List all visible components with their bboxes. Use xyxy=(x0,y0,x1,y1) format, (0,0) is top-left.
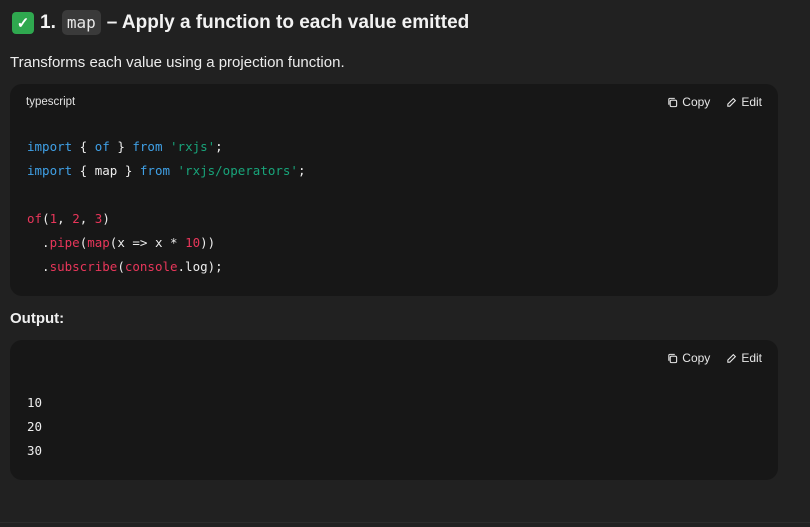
heading-number: 1. xyxy=(40,11,56,33)
code-token: 1 xyxy=(49,211,58,226)
edit-button[interactable]: Edit xyxy=(726,95,762,109)
pencil-icon xyxy=(727,97,737,107)
code-token: import xyxy=(27,163,73,178)
heading-inline-code: map xyxy=(61,10,101,35)
edit-label: Edit xyxy=(741,351,762,365)
code-token: 'rxjs/operators' xyxy=(177,163,298,178)
code-token: 3 xyxy=(94,211,103,226)
heading-text: – Apply a function to each value emitted xyxy=(106,11,470,33)
code-line: of(1, 2, 3) xyxy=(27,211,110,226)
code-token: of xyxy=(94,139,110,154)
code-token: 2 xyxy=(72,211,80,226)
code-actions: Copy Edit xyxy=(667,95,762,109)
output-content: 10 20 30 xyxy=(27,391,42,463)
copy-button[interactable]: Copy xyxy=(667,95,710,109)
pencil-icon xyxy=(727,353,737,363)
edit-label: Edit xyxy=(741,95,762,109)
code-token: of xyxy=(27,211,43,226)
output-actions: Copy Edit xyxy=(667,351,762,365)
code-block: typescript Copy Edit import { of } from … xyxy=(10,84,778,296)
code-line: .subscribe(console.log); xyxy=(27,259,223,274)
check-mark-icon: ✓ xyxy=(12,11,34,34)
output-line: 20 xyxy=(27,419,43,434)
divider xyxy=(0,522,810,523)
output-block: Copy Edit 10 20 30 xyxy=(10,340,778,480)
output-line: 10 xyxy=(27,395,43,410)
code-line: .pipe(map(x => x * 10)) xyxy=(27,235,216,250)
code-content: import { of } from 'rxjs'; import { map … xyxy=(27,135,305,279)
description-text: Transforms each value using a projection… xyxy=(10,54,345,71)
copy-icon xyxy=(668,97,678,107)
code-token: pipe xyxy=(49,235,80,250)
output-line: 30 xyxy=(27,443,43,458)
output-label: Output: xyxy=(10,310,65,327)
code-token: 'rxjs' xyxy=(170,139,216,154)
code-language-label: typescript xyxy=(26,96,76,108)
code-token: 10 xyxy=(185,235,201,250)
code-line: import { map } from 'rxjs/operators'; xyxy=(27,163,306,178)
edit-button[interactable]: Edit xyxy=(726,351,762,365)
code-token: from xyxy=(132,139,163,154)
copy-icon xyxy=(668,353,678,363)
copy-button[interactable]: Copy xyxy=(667,351,710,365)
copy-label: Copy xyxy=(682,351,711,365)
copy-label: Copy xyxy=(682,95,711,109)
section-heading: ✓ 1. map – Apply a function to each valu… xyxy=(12,10,469,35)
code-token: console xyxy=(124,259,178,274)
code-line: import { of } from 'rxjs'; xyxy=(27,139,223,154)
code-token: from xyxy=(139,163,170,178)
code-token: subscribe xyxy=(49,259,118,274)
code-token: import xyxy=(27,139,73,154)
code-token: map xyxy=(87,235,110,250)
